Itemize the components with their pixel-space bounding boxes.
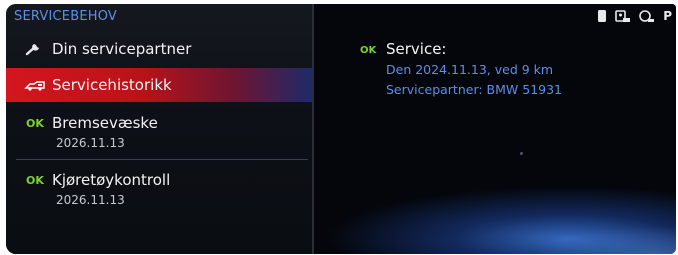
due-date: 2026.11.13 [56, 193, 125, 207]
menu-item-label: Servicehistorikk [52, 76, 172, 94]
menu-item-brake-fluid[interactable]: OK Bremsevæske 2026.11.13 [6, 106, 312, 160]
network-icon [615, 10, 631, 22]
ok-status-badge: OK [26, 117, 44, 130]
status-bar-text: P [663, 9, 672, 23]
car-connect-icon [639, 10, 655, 22]
service-partner-line: Servicepartner: BMW 51931 [386, 82, 563, 97]
reflection-dot [520, 152, 523, 155]
wrench-icon [25, 44, 39, 56]
detail-title: Service: [386, 40, 447, 58]
menu-item-vehicle-inspection[interactable]: OK Kjøretøykontroll 2026.11.13 [6, 163, 312, 217]
due-date: 2026.11.13 [56, 136, 125, 150]
menu-item-label: Kjøretøykontroll [52, 171, 171, 189]
service-date-line: Den 2024.11.13, ved 9 km [386, 62, 554, 77]
car-service-icon [24, 81, 45, 91]
menu-divider [16, 159, 308, 160]
menu-item-service-partner[interactable]: Din servicepartner [6, 32, 312, 66]
status-bar: P [597, 9, 672, 23]
menu-item-service-history[interactable]: Servicehistorikk [6, 68, 312, 102]
menu-item-label: Din servicepartner [52, 40, 192, 58]
ok-status-badge: OK [26, 174, 44, 187]
ok-status-badge: OK [360, 45, 377, 56]
phone-icon [598, 10, 607, 22]
panel-title: SERVICEBEHOV [14, 9, 118, 24]
service-detail-panel: P OK Service: Den 2024.11.13, ved 9 km S… [314, 4, 676, 254]
service-menu-panel: SERVICEBEHOV Din servicepartner Serviceh… [6, 4, 314, 254]
display-screen: SERVICEBEHOV Din servicepartner Serviceh… [6, 4, 676, 254]
menu-item-label: Bremsevæske [52, 114, 158, 132]
